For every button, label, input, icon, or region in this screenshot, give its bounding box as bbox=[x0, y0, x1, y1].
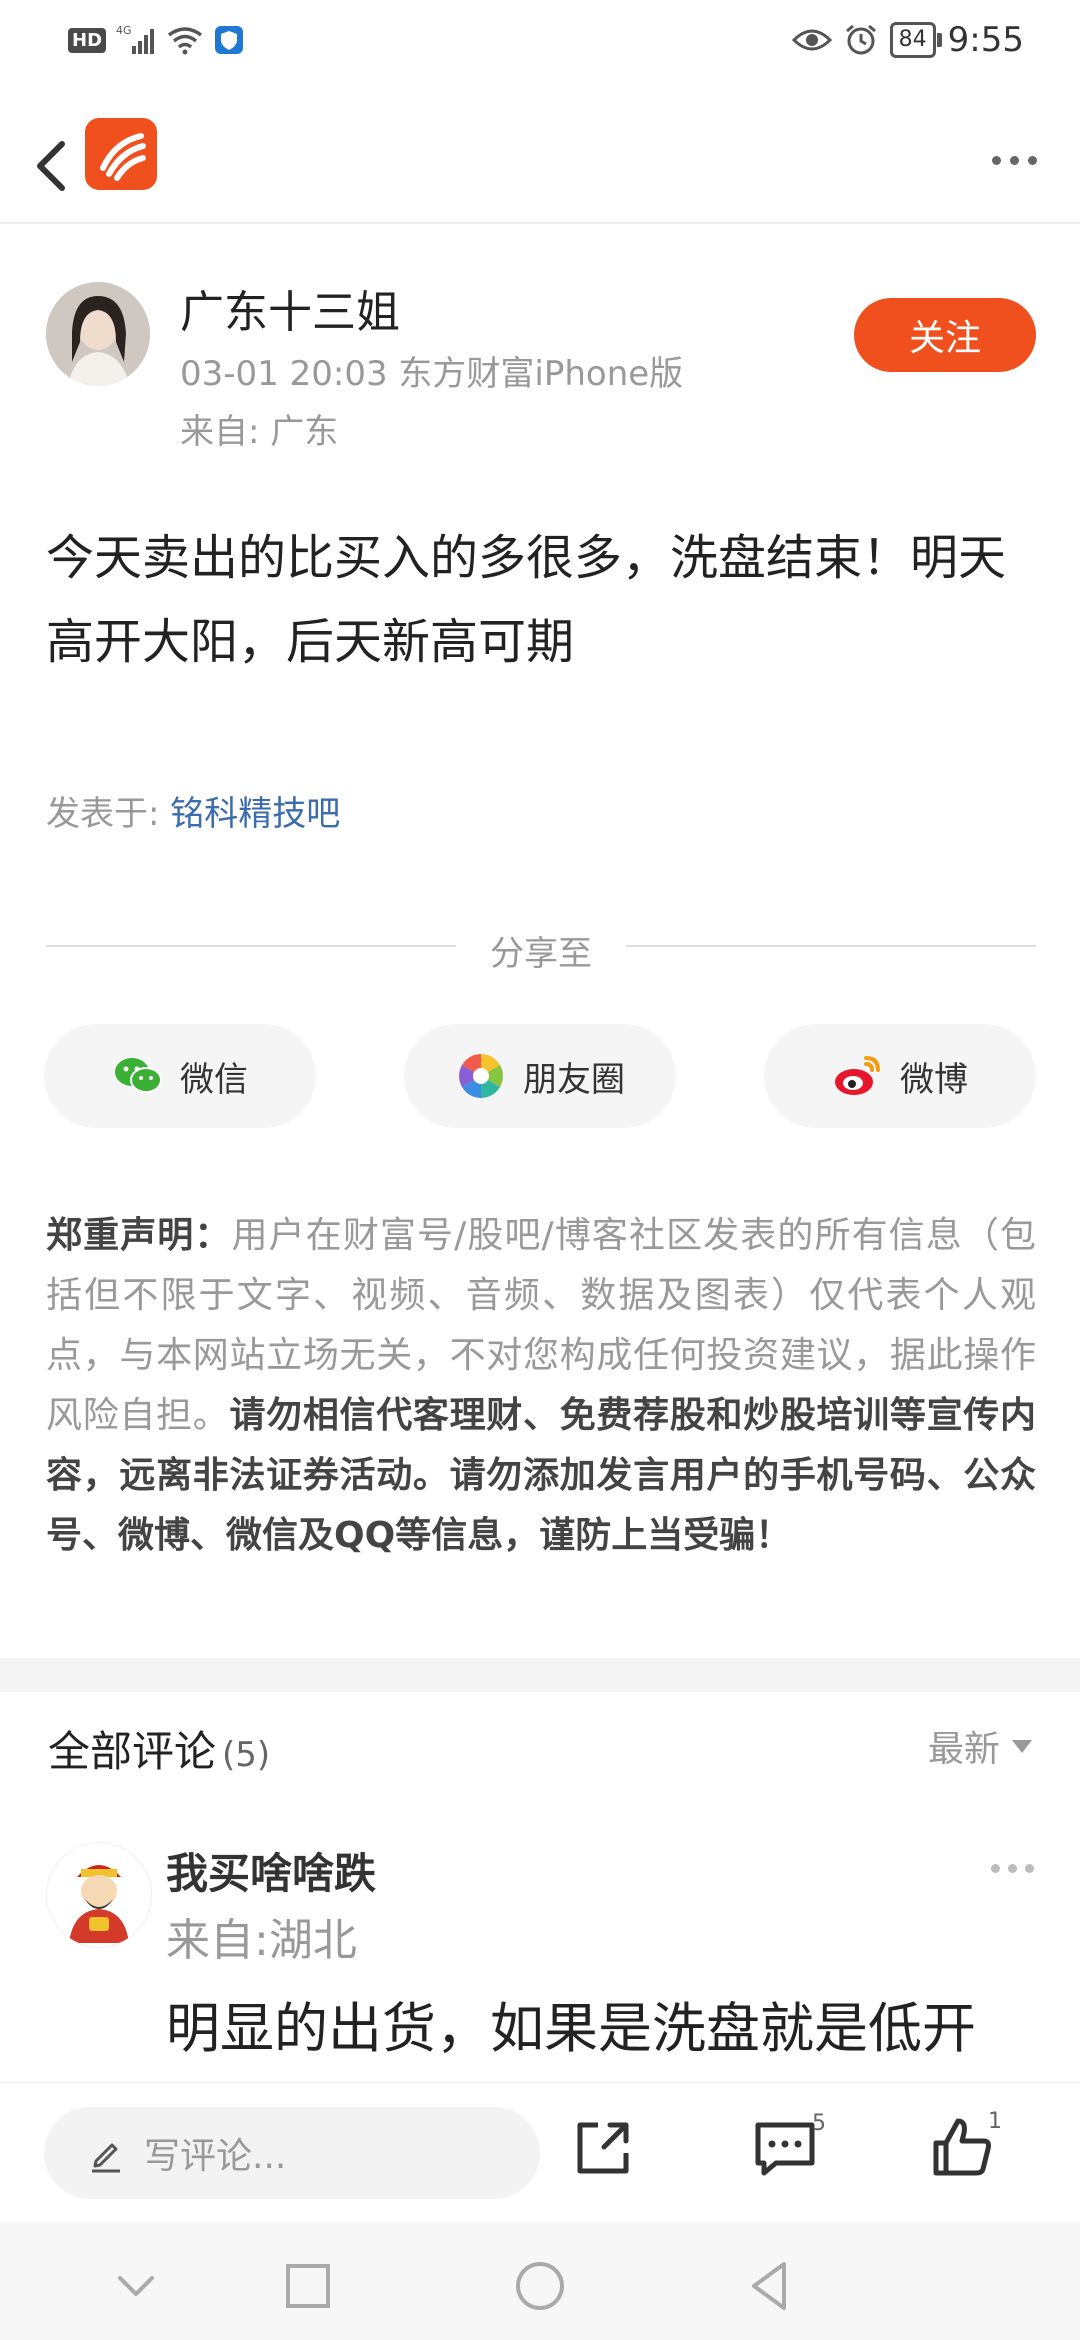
comment-icon[interactable] bbox=[750, 2113, 820, 2183]
posted-in: 发表于: 铭科精技吧 bbox=[46, 786, 340, 835]
eastmoney-logo-icon bbox=[100, 133, 146, 181]
comment-input[interactable]: 写评论... bbox=[44, 2107, 540, 2199]
caret-down-icon bbox=[1012, 1739, 1032, 1753]
god-of-wealth-avatar-icon bbox=[47, 1843, 151, 1947]
status-left: HD 4G bbox=[68, 24, 244, 56]
home-icon[interactable] bbox=[510, 2256, 570, 2316]
author-avatar[interactable] bbox=[46, 282, 150, 386]
share-title: 分享至 bbox=[490, 934, 592, 974]
post-content: 今天卖出的比买入的多很多，洗盘结束！明天高开大阳，后天新高可期 bbox=[46, 530, 1007, 670]
author-name[interactable]: 广东十三姐 bbox=[180, 276, 400, 340]
like-count-badge: 1 bbox=[988, 2109, 1002, 2134]
post-meta: 03-01 20:03 东方财富iPhone版 bbox=[180, 354, 684, 394]
comment-more-button[interactable] bbox=[991, 1864, 1034, 1873]
comments-title: 全部评论 bbox=[48, 1727, 217, 1776]
pencil-icon bbox=[92, 2143, 120, 2173]
comments-count: (5) bbox=[222, 1735, 271, 1775]
sort-dropdown[interactable]: 最新 bbox=[928, 1720, 1032, 1772]
dot-icon bbox=[1025, 1864, 1034, 1873]
share-moments-button[interactable]: 朋友圈 bbox=[404, 1024, 676, 1128]
back-arrow-icon[interactable] bbox=[22, 130, 82, 202]
dot-icon bbox=[1008, 1864, 1017, 1873]
clock: 9:55 bbox=[947, 20, 1024, 60]
section-divider bbox=[0, 1658, 1080, 1692]
hd-icon: HD bbox=[68, 27, 107, 53]
dot-icon bbox=[991, 155, 1001, 165]
weibo-icon bbox=[835, 1056, 880, 1095]
comment-author-location: 来自:湖北 bbox=[166, 1915, 357, 1966]
disclaimer-label: 郑重声明 bbox=[46, 1215, 195, 1256]
author-location: 来自: 广东 bbox=[180, 412, 339, 452]
wechat-icon bbox=[115, 1058, 162, 1093]
bottom-action-bar: 写评论... 5 1 bbox=[0, 2082, 1080, 2223]
system-nav-bar bbox=[0, 2222, 1080, 2340]
shield-icon bbox=[215, 26, 244, 54]
svg-text:4G: 4G bbox=[116, 24, 132, 37]
comment-text[interactable]: 明显的出货，如果是洗盘就是低开 bbox=[166, 1984, 976, 2063]
dot-icon bbox=[1009, 155, 1019, 165]
status-bar: HD 4G 84 9:55 bbox=[0, 0, 1080, 90]
signal-icon: 4G bbox=[116, 24, 155, 54]
share-moments-label: 朋友圈 bbox=[523, 1059, 625, 1100]
eye-icon bbox=[791, 29, 832, 51]
dot-icon bbox=[1027, 155, 1037, 165]
header-divider bbox=[0, 222, 1080, 224]
alarm-icon bbox=[845, 24, 876, 55]
status-right: 84 9:55 bbox=[791, 20, 1024, 60]
share-weibo-label: 微博 bbox=[900, 1059, 968, 1100]
follow-button[interactable]: 关注 bbox=[854, 298, 1036, 372]
wifi-icon bbox=[167, 27, 203, 55]
divider-line bbox=[626, 945, 1036, 947]
comments-header: 全部评论 (5) bbox=[48, 1718, 270, 1779]
moments-icon bbox=[459, 1054, 503, 1098]
disclaimer-colon: ： bbox=[194, 1215, 232, 1256]
comment-placeholder: 写评论... bbox=[144, 2136, 287, 2177]
top-nav bbox=[0, 110, 1080, 222]
share-weibo-button[interactable]: 微博 bbox=[764, 1024, 1036, 1128]
more-options-button[interactable] bbox=[984, 140, 1044, 180]
share-header: 分享至 bbox=[46, 918, 1036, 974]
share-wechat-label: 微信 bbox=[180, 1059, 248, 1100]
comment-avatar[interactable] bbox=[46, 1842, 152, 1948]
sort-label: 最新 bbox=[927, 1729, 1000, 1770]
comment-count-badge: 5 bbox=[812, 2111, 826, 2136]
recents-icon[interactable] bbox=[278, 2256, 338, 2316]
dot-icon bbox=[991, 1864, 1000, 1873]
posted-in-label: 发表于: bbox=[46, 794, 171, 834]
disclaimer: 郑重声明：用户在财富号/股吧/博客社区发表的所有信息（包括但不限于文字、视频、音… bbox=[46, 1206, 1036, 1566]
battery-indicator: 84 bbox=[889, 22, 942, 58]
hide-keyboard-icon[interactable] bbox=[106, 2256, 166, 2316]
back-triangle-icon[interactable] bbox=[740, 2256, 800, 2316]
share-wechat-button[interactable]: 微信 bbox=[44, 1024, 316, 1128]
bar-link[interactable]: 铭科精技吧 bbox=[170, 794, 340, 834]
comment-author-name[interactable]: 我买啥啥跌 bbox=[166, 1840, 376, 1901]
user-avatar-icon bbox=[46, 282, 150, 386]
share-icon[interactable] bbox=[568, 2113, 638, 2183]
app-logo[interactable] bbox=[85, 118, 157, 190]
